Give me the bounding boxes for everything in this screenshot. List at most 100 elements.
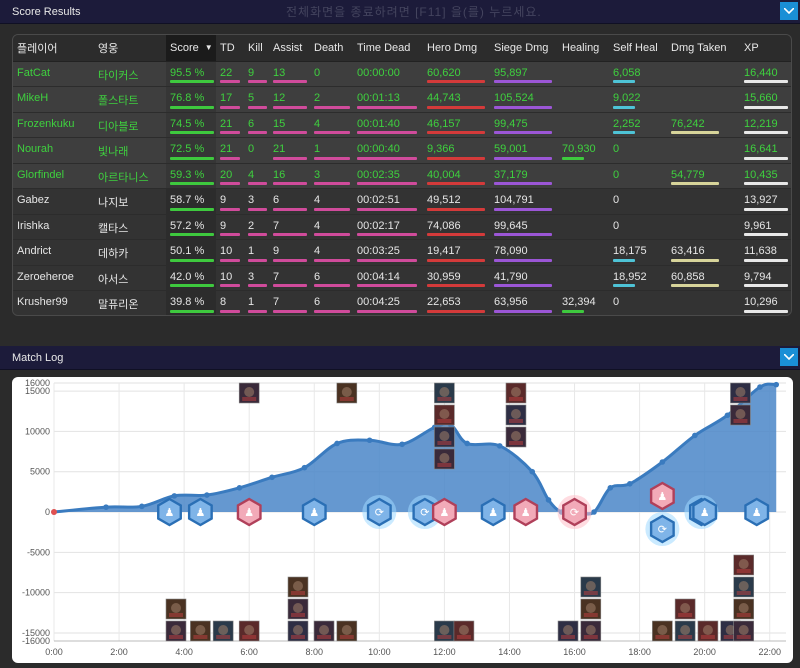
table-row[interactable]: MikeH 폴스타트 76.8 % 17 5 12 2 00:01:13 44,743 105,5… [13, 86, 791, 113]
table-row[interactable]: Irishka 캘타스 57.2 % 9 2 7 4 00:02:17 74,086 99,645… [13, 214, 791, 240]
column-header[interactable]: 영웅 [94, 35, 166, 62]
death-portrait-bottom[interactable] [580, 576, 602, 598]
cell-td: 10 [216, 265, 244, 291]
death-portrait-bottom[interactable] [674, 598, 696, 620]
death-portrait-top[interactable] [505, 426, 527, 448]
cell-value: 00:01:40 [357, 117, 400, 130]
value-bar [273, 131, 307, 134]
death-portrait-bottom[interactable] [580, 620, 602, 642]
death-portrait-bottom[interactable] [190, 620, 211, 642]
table-row[interactable]: Glorfindel 아르타니스 59.3 % 20 4 16 3 00:02:35 40,00… [13, 163, 791, 189]
death-portrait-bottom[interactable] [212, 620, 234, 642]
cell-value: 63,956 [494, 296, 528, 308]
death-portrait-bottom[interactable] [287, 598, 309, 620]
match-log-collapse-button[interactable] [780, 348, 798, 366]
data-point [301, 464, 308, 471]
team-mercenary-icon[interactable]: ♟ [480, 497, 506, 527]
death-portrait-top[interactable] [434, 448, 455, 470]
table-row[interactable]: Krusher99 말퓨리온 39.8 % 8 1 7 6 00:04:25 22,653 63,… [13, 290, 791, 315]
table-row[interactable]: Zeroeheroe 아서스 42.0 % 10 3 7 6 00:04:14 30,959 41… [13, 265, 791, 291]
column-header[interactable]: Self Heal [609, 35, 667, 62]
column-header[interactable]: Score ▼ [166, 35, 216, 62]
death-portrait-bottom[interactable] [287, 576, 309, 598]
death-portrait-bottom[interactable] [674, 620, 696, 642]
team-mercenary-icon[interactable]: ♟ [692, 497, 718, 527]
cell-value: 16,641 [744, 143, 778, 155]
portrait-accent-shape [216, 635, 231, 639]
death-portrait-top[interactable] [434, 382, 455, 404]
team-mercenary-icon[interactable]: ♟ [236, 497, 262, 527]
death-portrait-bottom[interactable] [238, 620, 260, 642]
column-header[interactable]: Healing [558, 35, 609, 62]
column-header[interactable]: Hero Dmg [423, 35, 490, 62]
column-header[interactable]: Siege Dmg [490, 35, 558, 62]
team-mercenary-icon[interactable]: ♟ [157, 497, 182, 527]
death-portrait-top[interactable] [336, 382, 358, 404]
column-header[interactable]: XP [740, 35, 791, 62]
objective-swirl-icon[interactable]: ⟳ [362, 495, 397, 529]
column-header[interactable]: Kill [244, 35, 269, 62]
portrait-accent-shape [456, 635, 471, 639]
data-point [334, 440, 340, 447]
death-portrait-bottom[interactable] [697, 620, 719, 642]
column-header[interactable]: Dmg Taken [667, 35, 740, 62]
death-portrait-bottom[interactable] [336, 620, 358, 642]
death-portrait-bottom[interactable] [165, 598, 187, 620]
death-portrait-top[interactable] [238, 382, 260, 404]
death-portrait-bottom[interactable] [733, 620, 755, 642]
death-portrait-top[interactable] [730, 404, 751, 426]
death-portrait-bottom[interactable] [733, 554, 755, 576]
column-header[interactable]: Assist [269, 35, 310, 62]
column-header[interactable]: Time Dead [353, 35, 423, 62]
death-portrait-bottom[interactable] [580, 598, 602, 620]
cell-self-heal: 9,022 [609, 87, 667, 113]
death-portrait-bottom[interactable] [733, 576, 755, 598]
table-row[interactable]: FatCat 타이커스 95.5 % 22 9 13 0 00:00:00 60,620 95,8… [13, 61, 791, 87]
value-bar [613, 258, 635, 262]
team-mercenary-icon[interactable]: ♟ [187, 497, 213, 527]
column-header[interactable]: Death [310, 35, 353, 62]
death-portrait-bottom[interactable] [434, 620, 455, 642]
cell-value: 50.1 % [170, 245, 205, 257]
death-portrait-bottom[interactable] [453, 620, 475, 642]
cell-kill: 3 [244, 189, 269, 215]
cell-value: Zeroeheroe [17, 270, 74, 283]
column-header-label: Self Heal [613, 41, 658, 54]
death-portrait-top[interactable] [505, 382, 527, 404]
value-bar [170, 131, 214, 134]
table-row[interactable]: Nourah 빛나래 72.5 % 21 0 21 1 00:00:40 9,366 59,001… [13, 137, 791, 163]
y-tick-label: 15000 [25, 386, 50, 396]
data-point [724, 412, 731, 419]
death-portrait-bottom[interactable] [287, 620, 309, 642]
table-row[interactable]: Andrict 데하카 50.1 % 10 1 9 4 00:03:25 19,417 78,09… [13, 239, 791, 265]
death-portrait-bottom[interactable] [557, 620, 579, 642]
cell-player: FatCat [13, 61, 94, 87]
cell-value: 0 [314, 66, 321, 79]
objective-swirl-icon[interactable]: ⟳ [557, 495, 592, 529]
column-header[interactable]: 플레이어 [13, 35, 94, 62]
table-row[interactable]: Frozenkuku 디아블로 74.5 % 21 6 15 4 00:01:40 46,157… [13, 112, 791, 138]
cell-value: 0 [613, 194, 620, 206]
table-row[interactable]: Gabez 나지보 58.7 % 9 3 6 4 00:02:51 49,512 104,791 0… [13, 188, 791, 215]
objective-swirl-icon[interactable]: ⟳ [645, 512, 680, 546]
team-mercenary-icon[interactable]: ♟ [513, 497, 539, 527]
team-mercenary-icon[interactable]: ♟ [649, 481, 675, 511]
score-collapse-button[interactable] [780, 2, 798, 20]
team-mercenary-icon[interactable]: ♟ [744, 497, 770, 527]
cell-xp: 9,961 [740, 214, 791, 240]
team-mercenary-icon[interactable]: ♟ [431, 497, 457, 527]
value-bar [357, 131, 417, 134]
death-portrait-bottom[interactable] [165, 620, 187, 642]
cell-value: 6 [314, 270, 321, 283]
column-header[interactable]: TD [216, 35, 244, 62]
death-portrait-top[interactable] [434, 426, 455, 448]
death-portrait-bottom[interactable] [313, 620, 335, 642]
team-mercenary-icon[interactable]: ♟ [301, 497, 327, 527]
death-portrait-bottom[interactable] [652, 620, 673, 642]
death-portrait-top[interactable] [730, 382, 751, 404]
death-portrait-bottom[interactable] [733, 598, 755, 620]
cell-value: 76.8 % [170, 92, 205, 104]
value-bar [314, 182, 350, 185]
death-portrait-top[interactable] [505, 404, 527, 426]
death-portrait-top[interactable] [434, 404, 455, 426]
